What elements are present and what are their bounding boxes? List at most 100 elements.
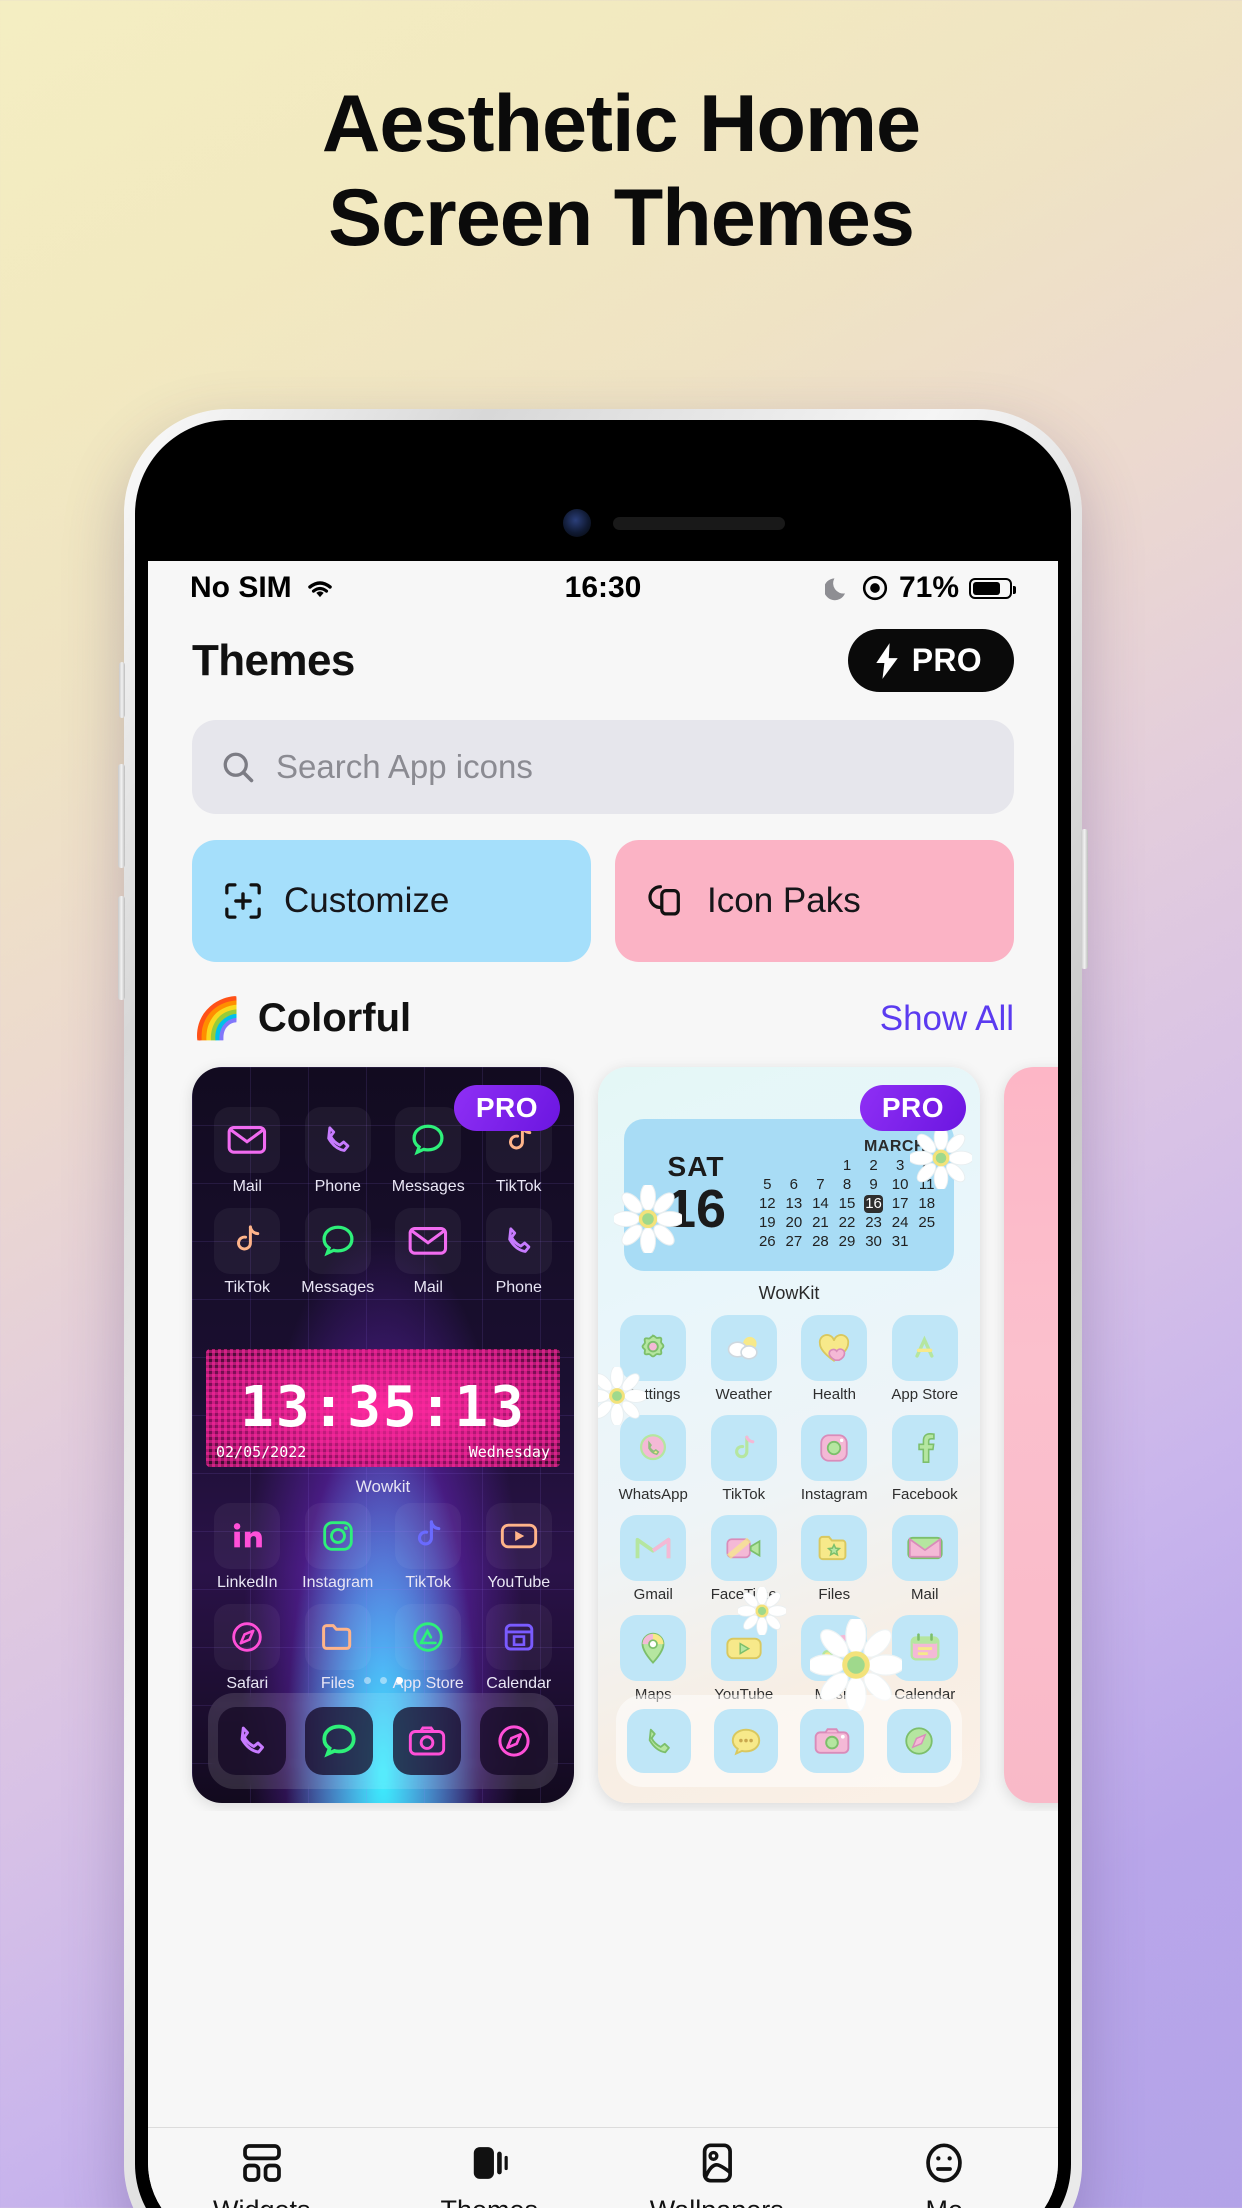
widget-source-label: Wowkit [355,1477,411,1496]
calendar-day-cell[interactable]: 30 [860,1233,887,1251]
phone-icon[interactable] [627,1709,692,1773]
volume-down-button[interactable] [118,896,125,1000]
calendar-day-cell[interactable]: 12 [754,1195,781,1213]
calendar-day-cell[interactable]: 7 [807,1176,834,1194]
app-icon-cell[interactable]: Gmail [614,1515,692,1603]
safari-icon[interactable] [886,1709,951,1773]
search-input[interactable]: Search App icons [192,720,1014,814]
app-icon-label: Gmail [633,1586,673,1603]
tab-me[interactable]: Me [831,2140,1059,2208]
calendar-day-cell[interactable]: 2 [860,1157,887,1175]
calendar-day-cell[interactable]: 22 [834,1214,861,1232]
calendar-day-cell[interactable]: 19 [754,1214,781,1232]
phone-icon [304,1107,371,1173]
calendar-day-cell[interactable]: 3 [887,1157,914,1175]
calendar-day-cell[interactable]: 23 [860,1214,887,1232]
app-icon-cell[interactable]: YouTube [480,1503,558,1592]
calendar-day-cell[interactable]: 9 [860,1176,887,1194]
app-icon-cell[interactable]: Instagram [795,1415,873,1503]
app-icon-cell[interactable]: Mail [886,1515,964,1603]
calendar-day-cell[interactable]: 8 [834,1176,861,1194]
customize-button[interactable]: Customize [192,840,591,962]
app-icon-cell[interactable]: Calendar [886,1615,964,1703]
page-dot [363,1677,371,1684]
calendar-day-cell[interactable]: 5 [754,1176,781,1194]
app-icon-cell[interactable]: Music [795,1615,873,1703]
theme-card-pastel[interactable]: PRO SAT 16 MARCH 1 2 3 4 5 6 7 8 9 10 11 12 13 14 15 16… [598,1067,980,1803]
calendar-day-cell[interactable]: 25 [913,1214,940,1232]
calendar-day-cell[interactable]: 11 [913,1176,940,1194]
app-icon-cell[interactable]: Files [795,1515,873,1603]
phone-mockup: No SIM 16:30 71% Themes PRO Search App i… [118,409,1088,2208]
clock-widget[interactable]: 13:35:13 02/05/2022 Wednesday [206,1349,560,1467]
app-icon-cell[interactable]: FaceTime [705,1515,783,1603]
add-frame-icon [222,880,264,922]
calendar-day-cell[interactable]: 10 [887,1176,914,1194]
show-all-link[interactable]: Show All [880,999,1014,1039]
calendar-day-cell[interactable]: 24 [887,1214,914,1232]
app-icon-cell[interactable]: WhatsApp [614,1415,692,1503]
calendar-widget[interactable]: SAT 16 MARCH 1 2 3 4 5 6 7 8 9 10 11 12 13 14 15 16 17 18… [624,1119,954,1271]
calendar-day-cell[interactable]: 18 [913,1195,940,1213]
icon-paks-button[interactable]: Icon Paks [615,840,1014,962]
phone-icon[interactable] [217,1707,286,1775]
tab-themes[interactable]: Themes [376,2140,604,2208]
app-icon-cell[interactable]: App Store [886,1315,964,1403]
messages-icon[interactable] [713,1709,778,1773]
app-icon-cell[interactable]: Instagram [299,1503,377,1592]
app-icon-cell[interactable]: TikTok [389,1503,467,1592]
app-icon-cell[interactable]: Phone [480,1208,558,1297]
app-icon-cell[interactable]: Maps [614,1615,692,1703]
app-icon-cell[interactable]: TikTok [705,1415,783,1503]
tab-widgets[interactable]: Widgets [148,2140,376,2208]
app-icon-cell[interactable]: Phone [299,1107,377,1196]
mute-switch[interactable] [119,662,125,718]
moon-icon [824,574,851,602]
power-button[interactable] [1081,829,1088,969]
calendar-day-cell[interactable]: 6 [781,1176,808,1194]
theme-card-list[interactable]: PRO Mail Phone Messages TikTok TikTok Me… [148,1041,1058,1811]
calendar-day-cell[interactable]: 20 [781,1214,808,1232]
tab-wallpapers[interactable]: Wallpapers [603,2140,831,2208]
earpiece-speaker [613,517,785,530]
calendar-day-cell[interactable]: 26 [754,1233,781,1251]
app-icon-cell[interactable]: YouTube [705,1615,783,1703]
app-icon-label: Facebook [891,1486,958,1503]
tab-label: Themes [440,2195,538,2208]
section-title: Colorful [257,996,412,1040]
app-icon-cell[interactable]: Facebook [886,1415,964,1503]
app-icon-cell[interactable]: LinkedIn [208,1503,286,1592]
calendar-day-cell[interactable]: 1 [834,1157,861,1175]
calendar-day-cell[interactable]: 28 [807,1233,834,1251]
facebook-icon [891,1415,958,1481]
calendar-day-cell[interactable]: 4 [913,1157,940,1175]
calendar-day-cell[interactable]: 27 [781,1233,808,1251]
app-icon-cell[interactable]: Mail [389,1208,467,1297]
app-icon-cell[interactable]: Messages [389,1107,467,1196]
messages-icon [395,1107,462,1173]
app-icon-cell[interactable]: Messages [299,1208,377,1297]
theme-card-neon[interactable]: PRO Mail Phone Messages TikTok TikTok Me… [192,1067,574,1803]
calendar-day-cell[interactable]: 29 [834,1233,861,1251]
camera-icon[interactable] [800,1709,865,1773]
safari-icon[interactable] [480,1707,549,1775]
app-icon-cell[interactable]: TikTok [208,1208,286,1297]
calendar-day-cell[interactable]: 31 [887,1233,914,1251]
pro-button[interactable]: PRO [847,629,1014,692]
calendar-day-cell[interactable]: 21 [807,1214,834,1232]
calendar-day-cell[interactable]: 14 [807,1195,834,1213]
calendar-day-cell[interactable]: 16 [864,1195,884,1213]
calendar-day-cell[interactable]: 17 [887,1195,914,1213]
theme-card-pink-peek[interactable]: Camera Files [1004,1067,1058,1803]
messages-icon[interactable] [305,1707,374,1775]
app-icon-cell[interactable]: Weather [705,1315,783,1403]
app-icon-cell[interactable]: Health [795,1315,873,1403]
camera-icon[interactable] [392,1707,461,1775]
app-icon-cell[interactable]: Mail [208,1107,286,1196]
calendar-weekday: SAT [667,1150,725,1182]
app-icon-label: Messages [391,1178,465,1195]
app-icon-cell[interactable]: Settings [614,1315,692,1403]
calendar-day-cell[interactable]: 13 [781,1195,808,1213]
calendar-day-cell[interactable]: 15 [834,1195,861,1213]
volume-up-button[interactable] [118,764,125,868]
